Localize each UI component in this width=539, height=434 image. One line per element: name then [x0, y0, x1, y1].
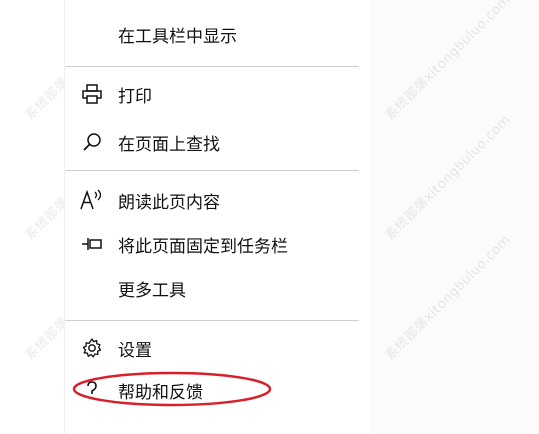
- menu-item-label: 在工具栏中显示: [118, 26, 237, 47]
- menu-item-more-tools[interactable]: 更多工具: [65, 266, 359, 310]
- menu-item-label: 在页面上查找: [118, 134, 220, 155]
- read-aloud-icon: [79, 187, 105, 213]
- menu-separator: [65, 320, 359, 321]
- menu-item-settings[interactable]: 设置: [65, 326, 359, 370]
- screenshot: 系统部落xitongbuluo.com 系统部落xitongbuluo.com …: [0, 0, 539, 434]
- menu-item-read-aloud[interactable]: 朗读此页内容: [65, 178, 359, 222]
- menu-separator: [65, 66, 359, 67]
- menu-item-label: 朗读此页内容: [118, 192, 220, 213]
- gear-icon: [79, 335, 105, 361]
- page-background-right: [370, 0, 539, 434]
- menu-item-label: 设置: [118, 340, 152, 361]
- help-icon: [79, 377, 105, 403]
- menu-item-print[interactable]: 打印: [65, 72, 359, 116]
- menu-item-label: 更多工具: [118, 280, 186, 301]
- menu-item-label: 将此页面固定到任务栏: [118, 236, 288, 257]
- menu-item-help-and-feedback[interactable]: 帮助和反馈: [65, 368, 359, 412]
- menu-item-show-in-toolbar[interactable]: 在工具栏中显示: [65, 12, 359, 56]
- menu-separator: [65, 170, 359, 171]
- menu-item-pin-to-taskbar[interactable]: 将此页面固定到任务栏: [65, 222, 359, 266]
- menu-item-label: 帮助和反馈: [118, 382, 203, 403]
- menu-item-find-on-page[interactable]: 在页面上查找: [65, 120, 359, 164]
- more-actions-menu: 在工具栏中显示 打印 在页面上查找 朗读此页内容 将此页面固定到任务栏 更多工具…: [64, 0, 359, 434]
- menu-item-label: 打印: [118, 86, 152, 107]
- search-icon: [79, 129, 105, 155]
- printer-icon: [79, 81, 105, 107]
- pin-icon: [79, 231, 105, 257]
